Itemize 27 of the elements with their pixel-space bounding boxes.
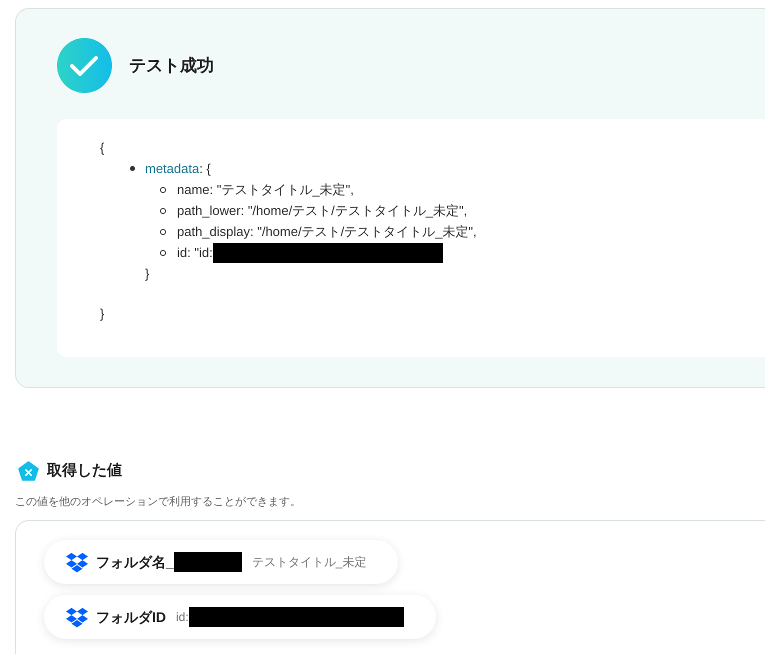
circle-bullet-icon — [160, 208, 166, 214]
value-label: フォルダ名_ — [96, 552, 174, 572]
json-key: metadata — [145, 158, 200, 179]
json-brace: } — [100, 305, 104, 323]
json-brace: } — [144, 265, 150, 283]
check-circle-icon — [57, 38, 112, 93]
section-title: 取得した値 — [47, 461, 122, 481]
result-title: テスト成功 — [129, 54, 214, 77]
json-entry: path_display: "/home/テスト/テストタイトル_未定", — [177, 223, 477, 241]
json-entry: name: "テストタイトル_未定", — [177, 181, 354, 199]
dropbox-icon — [66, 551, 88, 573]
value-text: テストタイトル_未定 — [252, 554, 366, 571]
circle-bullet-icon — [160, 228, 166, 234]
value-text: id: — [176, 609, 189, 626]
value-pill[interactable]: フォルダID id: — [44, 595, 436, 639]
json-brace: { — [100, 139, 104, 157]
variable-icon — [18, 460, 39, 482]
value-label: フォルダID — [96, 608, 166, 626]
section-description: この値を他のオペレーションで利用することができます。 — [15, 494, 301, 510]
value-pill[interactable]: フォルダ名_ テストタイトル_未定 — [44, 540, 398, 584]
json-brace: : { — [199, 160, 211, 178]
circle-bullet-icon — [160, 186, 166, 192]
json-entry: id: "id: — [177, 244, 213, 262]
circle-bullet-icon — [160, 250, 166, 256]
json-entry: path_lower: "/home/テスト/テストタイトル_未定", — [177, 202, 468, 220]
dropbox-icon — [66, 606, 88, 628]
bullet-icon — [130, 166, 135, 171]
